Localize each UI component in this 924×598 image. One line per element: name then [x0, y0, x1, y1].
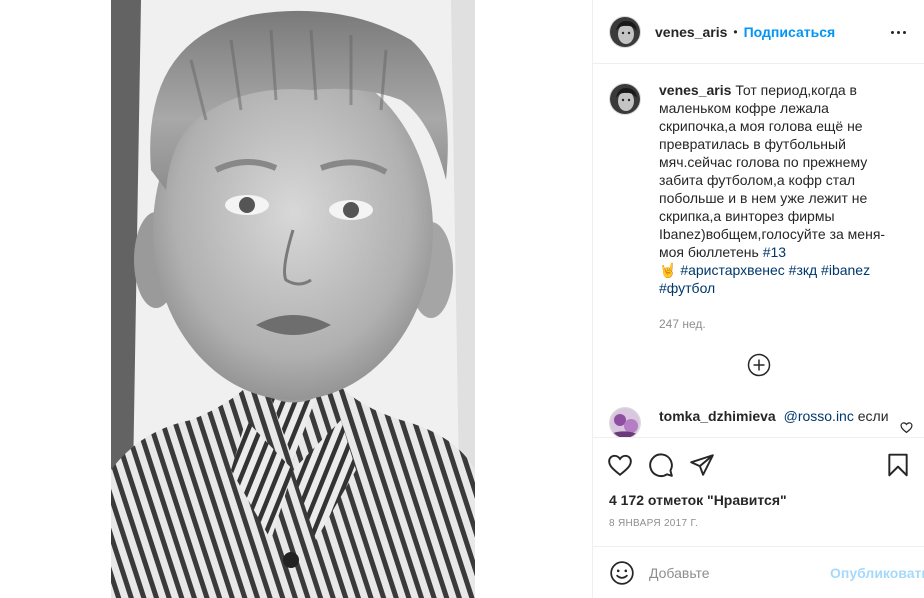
comment-item: tomka_dzhimieva @rosso.inc если: [609, 407, 913, 437]
caption-timestamp[interactable]: 247 нед.: [659, 315, 904, 333]
hashtag-football[interactable]: #футбол: [659, 280, 715, 296]
photo-image: [111, 0, 475, 598]
save-icon[interactable]: [885, 452, 911, 478]
share-icon[interactable]: [689, 452, 715, 478]
comment-input[interactable]: [649, 564, 830, 581]
post-sidebar: venes_aris • Подписаться venes_aris Тот п…: [593, 0, 924, 598]
caption-text: Тот период,когда в маленьком кофре лежал…: [659, 82, 886, 260]
post-media: [0, 0, 593, 598]
small-heart-icon[interactable]: [900, 421, 913, 434]
caption-avatar[interactable]: [609, 83, 641, 115]
caption-username[interactable]: venes_aris: [659, 82, 731, 98]
author-username[interactable]: venes_aris: [655, 24, 727, 40]
hashtag-aristarkhvenes[interactable]: #аристархвенес: [680, 262, 784, 278]
comment-username[interactable]: tomka_dzhimieva: [659, 408, 776, 424]
author-avatar[interactable]: [609, 15, 641, 48]
hashtag-13[interactable]: #13: [763, 244, 786, 260]
heart-icon[interactable]: [607, 452, 633, 478]
separator-dot: •: [733, 24, 738, 39]
post-photo[interactable]: [111, 0, 475, 598]
hashtag-ibanez[interactable]: #ibanez: [821, 262, 870, 278]
comments-list: venes_aris Тот период,когда в маленьком к…: [593, 65, 924, 437]
caption-emoji: 🤘: [659, 262, 677, 278]
action-bar: [593, 437, 924, 489]
publish-button[interactable]: Опубликовать: [830, 565, 924, 581]
more-options-icon[interactable]: [888, 22, 908, 42]
post-date: 8 ЯНВАРЯ 2017 Г.: [609, 518, 699, 529]
caption-body: venes_aris Тот период,когда в маленьком к…: [659, 81, 904, 333]
comment-text: если: [857, 408, 889, 424]
comment-body: tomka_dzhimieva @rosso.inc если: [659, 407, 889, 425]
comment-icon[interactable]: [648, 452, 674, 478]
comment-mention[interactable]: @rosso.inc: [784, 408, 854, 424]
load-more-comments-icon[interactable]: [747, 353, 771, 377]
follow-button[interactable]: Подписаться: [744, 24, 836, 40]
post-modal: venes_aris • Подписаться venes_aris Тот п…: [0, 0, 924, 598]
commenter-avatar[interactable]: [609, 407, 641, 437]
emoji-icon[interactable]: [609, 560, 635, 586]
post-caption: venes_aris Тот период,когда в маленьком к…: [609, 81, 908, 333]
post-header: venes_aris • Подписаться: [593, 0, 924, 64]
hashtag-zkd[interactable]: #зкд: [789, 262, 818, 278]
add-comment-bar: Опубликовать: [593, 546, 924, 598]
likes-count[interactable]: 4 172 отметок "Нравится": [609, 492, 787, 508]
